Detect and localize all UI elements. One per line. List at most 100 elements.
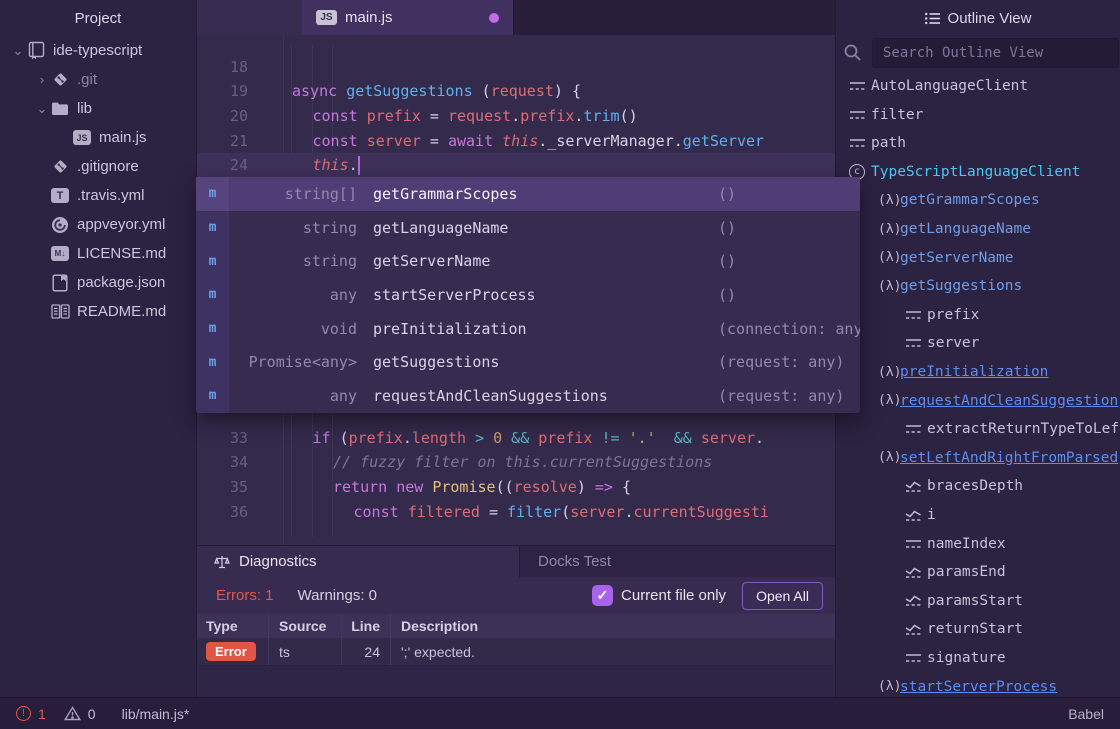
outline-item-nameIndex[interactable]: nameIndex: [905, 530, 1006, 558]
tree-item-main-js[interactable]: JSmain.js: [0, 123, 196, 152]
outline-item-extractReturnTypeToLef[interactable]: extractReturnTypeToLef: [905, 415, 1119, 443]
line-number: 18: [196, 58, 248, 76]
suggestion-name: startServerProcess: [373, 286, 536, 304]
modified-dot-icon: [489, 13, 499, 23]
diagnostics-tab-label: Diagnostics: [239, 553, 317, 570]
text-cursor: [358, 156, 360, 175]
outline-item-getSuggestions[interactable]: (λ)getSuggestions: [878, 272, 1022, 300]
suggestion-type: any: [229, 286, 357, 304]
outline-item-setLeftAndRightFromParsed[interactable]: (λ)setLeftAndRightFromParsed: [878, 444, 1118, 472]
chevron-down-icon[interactable]: ⌄: [34, 101, 50, 117]
suggestion-getGrammarScopes[interactable]: mstring[]getGrammarScopes(): [196, 177, 860, 211]
code-line-24[interactable]: 24this.: [196, 153, 835, 178]
code-line-18[interactable]: 18: [196, 54, 835, 79]
col-header-line[interactable]: Line: [341, 614, 390, 638]
code-line-19[interactable]: 19async getSuggestions (request) {: [196, 79, 835, 104]
var-icon: [849, 109, 871, 121]
outline-item-getGrammarScopes[interactable]: (λ)getGrammarScopes: [878, 186, 1040, 214]
tab-docks-test[interactable]: Docks Test: [519, 546, 835, 577]
suggestion-startServerProcess[interactable]: manystartServerProcess(): [196, 278, 860, 312]
suggestion-type: void: [229, 320, 357, 338]
outline-item-server[interactable]: server: [905, 329, 979, 357]
code-line-text: const filtered = filter(server.currentSu…: [354, 503, 769, 521]
error-circle-icon[interactable]: !: [16, 706, 31, 721]
tree-item-license-md[interactable]: M↓LICENSE.md: [0, 239, 196, 268]
outline-item-label: returnStart: [927, 621, 1023, 637]
outline-item-TypeScriptLanguageClient[interactable]: cTypeScriptLanguageClient: [849, 158, 1081, 186]
outline-item-i[interactable]: i: [905, 501, 936, 529]
chevron-right-icon[interactable]: ›: [34, 72, 50, 87]
cell-description: ';' expected.: [390, 638, 835, 665]
readme-icon: [50, 302, 70, 322]
suggestion-type: string: [229, 219, 357, 237]
outline-item-signature[interactable]: signature: [905, 644, 1006, 672]
statusbar-grammar[interactable]: Babel: [1068, 706, 1104, 722]
outline-item-getServerName[interactable]: (λ)getServerName: [878, 244, 1014, 272]
outline-title-label: Outline View: [948, 10, 1032, 27]
suggestion-getSuggestions[interactable]: mPromise<any>getSuggestions(request: any…: [196, 345, 860, 379]
outline-item-bracesDepth[interactable]: bracesDepth: [905, 472, 1023, 500]
code-line-20[interactable]: 20const prefix = request.prefix.trim(): [196, 103, 835, 128]
outline-item-returnStart[interactable]: returnStart: [905, 615, 1023, 643]
suggestion-type: any: [229, 387, 357, 405]
outline-item-preInitialization[interactable]: (λ)preInitialization: [878, 358, 1048, 386]
code-line-36[interactable]: 36const filtered = filter(server.current…: [196, 499, 835, 524]
tree-item-appveyor-yml[interactable]: appveyor.yml: [0, 210, 196, 239]
code-line-34[interactable]: 34// fuzzy filter on this.currentSuggest…: [196, 450, 835, 475]
outline-item-prefix[interactable]: prefix: [905, 301, 979, 329]
var-icon: [905, 538, 927, 550]
project-tree: ⌄ide-typescript › .git ⌄libJSmain.js.gitign…: [0, 36, 196, 326]
tree-item-lib[interactable]: ⌄lib: [0, 94, 196, 123]
outline-item-paramsEnd[interactable]: paramsEnd: [905, 558, 1006, 586]
tree-item-ide-typescript[interactable]: ⌄ide-typescript: [0, 36, 196, 65]
statusbar-warning-count[interactable]: 0: [88, 706, 96, 722]
tree-item--git[interactable]: › .git: [0, 65, 196, 94]
tab-diagnostics[interactable]: Diagnostics: [196, 546, 519, 577]
wave-icon: [905, 566, 927, 579]
tree-item-label: appveyor.yml: [77, 216, 165, 233]
statusbar-error-count[interactable]: 1: [38, 706, 46, 722]
col-header-description[interactable]: Description: [390, 614, 835, 638]
suggestion-requestAndCleanSuggestions[interactable]: manyrequestAndCleanSuggestions(request: …: [196, 379, 860, 413]
suggestion-getServerName[interactable]: mstringgetServerName(): [196, 244, 860, 278]
outline-item-label: getGrammarScopes: [900, 192, 1040, 208]
line-number: 19: [196, 82, 248, 100]
tree-item-readme-md[interactable]: README.md: [0, 297, 196, 326]
col-header-source[interactable]: Source: [268, 614, 341, 638]
tree-item--travis-yml[interactable]: T.travis.yml: [0, 181, 196, 210]
method-badge: m: [196, 278, 229, 312]
line-number: 35: [196, 478, 248, 496]
errors-count-label[interactable]: Errors: 1: [216, 587, 274, 604]
project-panel: Project ⌄ide-typescript›.git⌄libJSmain.j…: [0, 0, 197, 697]
current-file-only-checkbox[interactable]: ✓: [592, 585, 613, 606]
tree-item-label: .git: [77, 71, 97, 88]
chevron-down-icon[interactable]: ⌄: [10, 43, 26, 59]
outline-item-AutoLanguageClient[interactable]: AutoLanguageClient: [849, 72, 1028, 100]
code-line-21[interactable]: 21const server = await this._serverManag…: [196, 128, 835, 153]
outline-search-input[interactable]: [872, 38, 1119, 68]
lambda-icon: (λ): [878, 222, 900, 237]
outline-item-startServerProcess[interactable]: (λ)startServerProcess: [878, 673, 1057, 697]
tree-item-package-json[interactable]: package.json: [0, 268, 196, 297]
code-line-35[interactable]: 35return new Promise((resolve) => {: [196, 474, 835, 499]
tab-main-js[interactable]: JS main.js: [302, 0, 513, 35]
tree-item--gitignore[interactable]: .gitignore: [0, 152, 196, 181]
outline-item-paramsStart[interactable]: paramsStart: [905, 587, 1023, 615]
warning-triangle-icon[interactable]: [64, 706, 81, 721]
suggestion-preInitialization[interactable]: mvoidpreInitialization(connection: any: [196, 312, 860, 346]
suggestion-name: preInitialization: [373, 320, 527, 338]
outline-item-getLanguageName[interactable]: (λ)getLanguageName: [878, 215, 1031, 243]
code-line-33[interactable]: 33if (prefix.length > 0 && prefix != '.'…: [196, 425, 835, 450]
method-badge: m: [196, 211, 229, 245]
outline-item-path[interactable]: path: [849, 129, 906, 157]
warnings-count-label[interactable]: Warnings: 0: [298, 587, 377, 604]
suggestion-getLanguageName[interactable]: mstringgetLanguageName(): [196, 211, 860, 245]
tree-item-label: main.js: [99, 129, 147, 146]
outline-item-requestAndCleanSuggestion[interactable]: (λ)requestAndCleanSuggestion: [878, 387, 1118, 415]
open-all-button[interactable]: Open All: [742, 582, 823, 610]
lambda-icon: (λ): [878, 679, 900, 694]
outline-item-filter[interactable]: filter: [849, 101, 923, 129]
code-line-text: if (prefix.length > 0 && prefix != '.' &…: [313, 429, 765, 447]
col-header-type[interactable]: Type: [196, 614, 268, 638]
diagnostics-table-row[interactable]: Errorts24';' expected.: [196, 638, 835, 666]
